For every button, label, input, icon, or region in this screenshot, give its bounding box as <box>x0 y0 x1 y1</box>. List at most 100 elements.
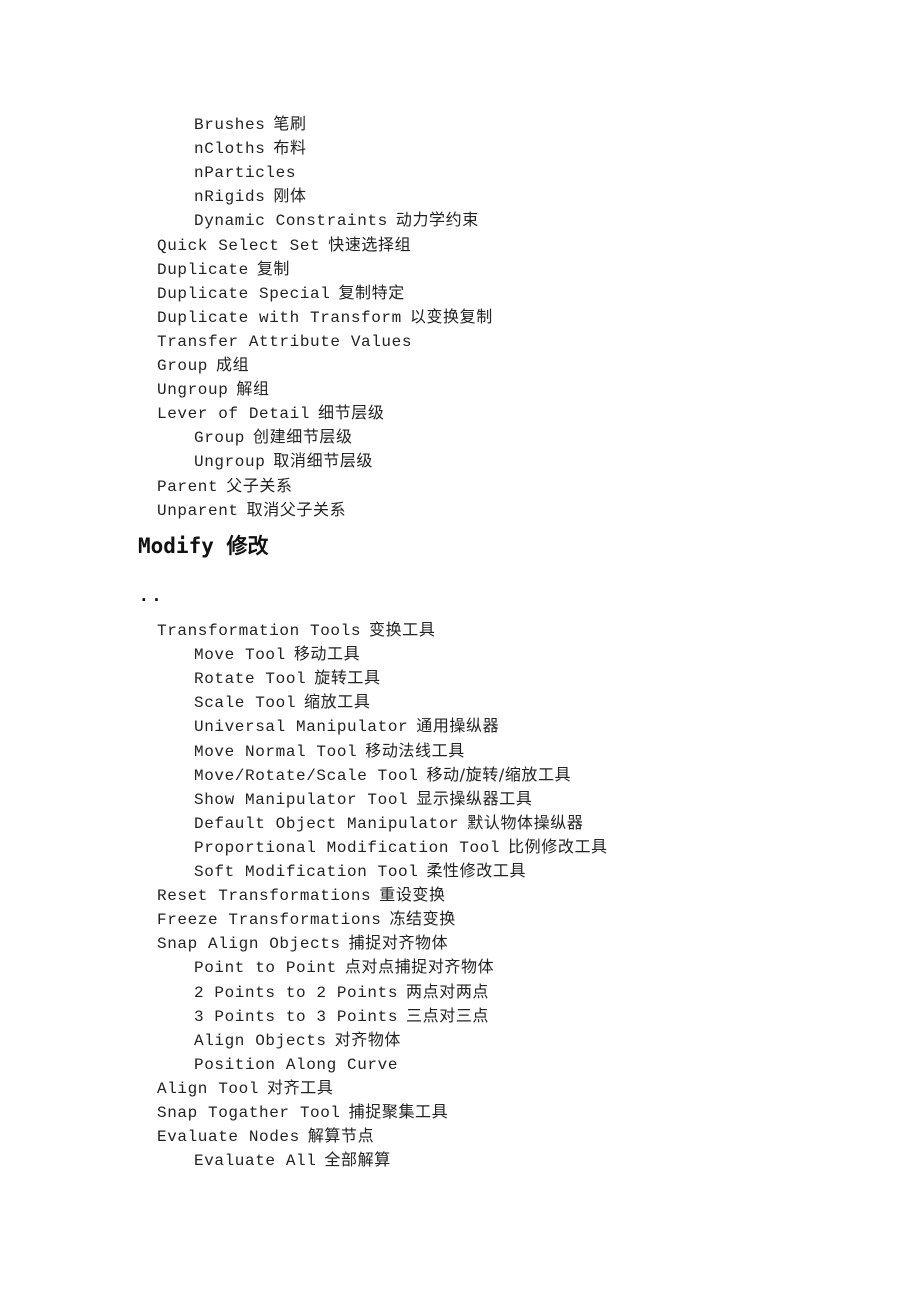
term-english: nRigids <box>194 188 266 207</box>
menu-term-entry: Group 成组 <box>157 353 249 378</box>
document-page: Brushes 笔刷 nCloths 布料 nParticles nRigids 刚体 Dyn… <box>0 0 920 1302</box>
menu-term-entry: Group 创建细节层级 <box>194 425 353 450</box>
term-english: Move/Rotate/Scale Tool <box>194 766 419 785</box>
term-english: Duplicate Special <box>157 284 331 303</box>
menu-term-entry: Rotate Tool 旋转工具 <box>194 666 381 691</box>
term-english: Default Object Manipulator <box>194 814 460 833</box>
term-chinese: 旋转工具 <box>314 668 381 688</box>
term-chinese: 移动工具 <box>293 644 361 664</box>
term-english: Group <box>157 357 209 375</box>
term-english: Soft Modification Tool <box>194 863 419 881</box>
term-chinese: 冻结变换 <box>389 909 456 929</box>
term-chinese: 捕捉聚集工具 <box>348 1102 449 1121</box>
menu-term-entry: Reset Transformations 重设变换 <box>157 883 446 908</box>
menu-term-entry: Evaluate Nodes 解算节点 <box>157 1124 374 1149</box>
menu-term-entry: Duplicate with Transform 以变换复制 <box>157 305 493 330</box>
term-english: Parent <box>157 477 219 496</box>
menu-term-entry: Parent 父子关系 <box>157 474 293 499</box>
menu-term-entry: Evaluate All 全部解算 <box>194 1148 391 1173</box>
term-chinese: 以变换复制 <box>409 306 493 326</box>
term-english: Snap Togather Tool <box>157 1104 341 1122</box>
menu-term-entry: Duplicate Special 复制特定 <box>157 281 405 306</box>
menu-term-entry: 2 Points to 2 Points 两点对两点 <box>194 980 489 1005</box>
term-chinese: 比例修改工具 <box>508 836 608 856</box>
term-chinese: 三点对三点 <box>406 1005 490 1025</box>
term-chinese: 通用操纵器 <box>416 716 500 736</box>
term-english: Transformation Tools <box>157 622 362 640</box>
term-chinese: 创建细节层级 <box>253 427 353 447</box>
term-english: nParticles <box>194 164 297 183</box>
menu-term-entry: Transformation Tools 变换工具 <box>157 618 435 643</box>
menu-term-entry: Point to Point 点对点捕捉对齐物体 <box>194 955 494 980</box>
menu-term-entry: nRigids 刚体 <box>194 184 307 209</box>
term-english: Align Objects <box>194 1031 327 1050</box>
menu-term-entry: nCloths 布料 <box>194 136 307 161</box>
term-english: Brushes <box>194 116 266 134</box>
term-english: Ungroup <box>194 453 266 472</box>
term-english: Point to Point <box>194 959 337 978</box>
menu-term-entry: Ungroup 解组 <box>157 377 270 402</box>
section-heading-modify: Modify 修改 <box>138 534 269 558</box>
term-chinese: 全部解算 <box>324 1150 391 1170</box>
menu-term-entry: Snap Align Objects 捕捉对齐物体 <box>157 931 448 956</box>
term-chinese: 柔性修改工具 <box>426 861 527 880</box>
term-chinese: 缩放工具 <box>304 692 371 712</box>
term-english: Scale Tool <box>194 694 297 713</box>
term-chinese: 变换工具 <box>369 620 436 639</box>
term-english: Dynamic Constraints <box>194 212 388 231</box>
term-chinese: 父子关系 <box>226 475 293 495</box>
term-chinese: 细节层级 <box>318 403 385 423</box>
term-chinese: 动力学约束 <box>395 210 479 230</box>
term-chinese: 两点对两点 <box>406 981 490 1001</box>
term-chinese: 成组 <box>216 355 250 374</box>
term-english: Group <box>194 429 246 448</box>
menu-term-entry: Ungroup 取消细节层级 <box>194 449 373 474</box>
menu-term-entry: Quick Select Set 快速选择组 <box>157 233 411 258</box>
menu-term-entry: Align Tool 对齐工具 <box>157 1076 333 1101</box>
term-chinese: 复制 <box>256 258 291 278</box>
term-chinese: 重设变换 <box>379 885 446 905</box>
term-chinese: 捕捉对齐物体 <box>348 933 449 953</box>
term-english: Align Tool <box>157 1079 260 1098</box>
menu-term-entry: Show Manipulator Tool 显示操纵器工具 <box>194 787 532 812</box>
menu-term-entry: Position Along Curve <box>194 1052 406 1077</box>
separator-dots: .. <box>139 586 165 605</box>
term-chinese: 取消细节层级 <box>273 451 374 471</box>
term-english: Rotate Tool <box>194 670 307 689</box>
menu-term-entry: Proportional Modification Tool 比例修改工具 <box>194 835 608 860</box>
term-english: 3 Points to 3 Points <box>194 1007 399 1026</box>
term-chinese: 快速选择组 <box>328 234 412 254</box>
menu-term-entry: Brushes 笔刷 <box>194 112 307 137</box>
term-english: Universal Manipulator <box>194 718 409 737</box>
term-english: Position Along Curve <box>194 1055 399 1074</box>
menu-term-entry: Default Object Manipulator 默认物体操纵器 <box>194 811 583 836</box>
term-english: 2 Points to 2 Points <box>194 983 399 1002</box>
term-chinese: 复制特定 <box>338 282 405 302</box>
term-english: Proportional Modification Tool <box>194 838 501 857</box>
term-english: Snap Align Objects <box>157 935 341 954</box>
term-english: Lever of Detail <box>157 405 311 424</box>
term-chinese: 显示操纵器工具 <box>416 788 533 808</box>
term-chinese: 布料 <box>273 138 307 158</box>
menu-term-entry: nParticles <box>194 160 304 185</box>
term-chinese: 默认物体操纵器 <box>467 812 584 832</box>
menu-term-entry: Duplicate 复制 <box>157 257 290 282</box>
menu-term-entry: Move Normal Tool 移动法线工具 <box>194 739 465 764</box>
menu-term-entry: Move Tool 移动工具 <box>194 642 360 667</box>
term-english: Transfer Attribute Values <box>157 332 413 351</box>
menu-term-entry: Scale Tool 缩放工具 <box>194 690 370 715</box>
menu-term-entry: 3 Points to 3 Points 三点对三点 <box>194 1004 489 1029</box>
term-chinese: 对齐工具 <box>267 1077 334 1097</box>
term-english: Duplicate <box>157 260 249 279</box>
term-english: Move Normal Tool <box>194 742 358 761</box>
term-english: nCloths <box>194 140 266 159</box>
menu-term-entry: Unparent 取消父子关系 <box>157 498 346 523</box>
term-chinese: 移动法线工具 <box>365 740 465 760</box>
term-chinese: 刚体 <box>273 186 307 206</box>
menu-term-entry: Align Objects 对齐物体 <box>194 1028 401 1053</box>
term-chinese: 取消父子关系 <box>246 499 347 519</box>
term-chinese: 点对点捕捉对齐物体 <box>344 957 495 977</box>
menu-term-entry: Transfer Attribute Values <box>157 329 420 354</box>
menu-term-entry: Dynamic Constraints 动力学约束 <box>194 208 479 233</box>
term-english: Quick Select Set <box>157 236 321 255</box>
